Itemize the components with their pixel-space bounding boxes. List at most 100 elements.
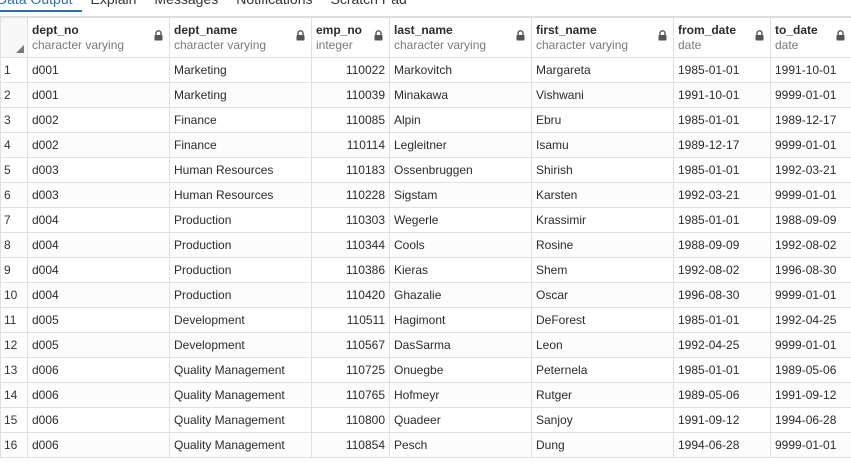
row-number[interactable]: 16 <box>0 432 28 458</box>
row-number[interactable]: 8 <box>0 232 28 258</box>
column-header[interactable]: to_date date <box>770 17 851 58</box>
cell-dept-name[interactable]: Quality Management <box>169 432 312 458</box>
cell-first-name[interactable]: Leon <box>531 332 674 358</box>
cell-first-name[interactable]: Sanjoy <box>531 407 674 433</box>
cell-emp-no[interactable]: 110854 <box>311 432 390 458</box>
cell-emp-no[interactable]: 110386 <box>311 257 390 283</box>
cell-dept-no[interactable]: d001 <box>27 57 170 83</box>
cell-from-date[interactable]: 1989-12-17 <box>673 132 771 158</box>
cell-emp-no[interactable]: 110420 <box>311 282 390 308</box>
cell-dept-no[interactable]: d002 <box>27 132 170 158</box>
cell-first-name[interactable]: Ebru <box>531 107 674 133</box>
tab-scratch-pad[interactable]: Scratch Pad <box>322 0 416 10</box>
cell-first-name[interactable]: Krassimir <box>531 207 674 233</box>
cell-to-date[interactable]: 1992-08-02 <box>770 232 851 258</box>
table-row[interactable]: 10 d004 Production 110420 Ghazalie Oscar 1996-… <box>0 282 851 308</box>
row-number[interactable]: 14 <box>0 382 28 408</box>
cell-emp-no[interactable]: 110228 <box>311 182 390 208</box>
cell-last-name[interactable]: Quadeer <box>389 407 532 433</box>
cell-dept-no[interactable]: d004 <box>27 232 170 258</box>
column-header[interactable]: first_name character varying <box>531 17 674 58</box>
cell-dept-name[interactable]: Quality Management <box>169 407 312 433</box>
table-row[interactable]: 8 d004 Production 110344 Cools Rosine 1988-09-… <box>0 232 851 258</box>
table-row[interactable]: 12 d005 Development 110567 DasSarma Leon 1992-… <box>0 332 851 358</box>
cell-from-date[interactable]: 1992-08-02 <box>673 257 771 283</box>
cell-dept-name[interactable]: Marketing <box>169 57 312 83</box>
column-header[interactable]: from_date date <box>673 17 771 58</box>
cell-emp-no[interactable]: 110800 <box>311 407 390 433</box>
cell-dept-name[interactable]: Production <box>169 207 312 233</box>
cell-last-name[interactable]: Minakawa <box>389 82 532 108</box>
cell-to-date[interactable]: 9999-01-01 <box>770 282 851 308</box>
cell-dept-name[interactable]: Finance <box>169 107 312 133</box>
cell-emp-no[interactable]: 110039 <box>311 82 390 108</box>
cell-dept-name[interactable]: Marketing <box>169 82 312 108</box>
cell-dept-no[interactable]: d002 <box>27 107 170 133</box>
tab-notifications[interactable]: Notifications <box>227 0 321 10</box>
tab-explain[interactable]: Explain <box>82 0 146 10</box>
cell-emp-no[interactable]: 110567 <box>311 332 390 358</box>
cell-from-date[interactable]: 1985-01-01 <box>673 57 771 83</box>
cell-emp-no[interactable]: 110344 <box>311 232 390 258</box>
column-header[interactable]: emp_no integer <box>311 17 390 58</box>
cell-from-date[interactable]: 1985-01-01 <box>673 107 771 133</box>
cell-last-name[interactable]: Wegerle <box>389 207 532 233</box>
column-header[interactable]: dept_no character varying <box>27 17 170 58</box>
cell-from-date[interactable]: 1996-08-30 <box>673 282 771 308</box>
cell-first-name[interactable]: Oscar <box>531 282 674 308</box>
cell-first-name[interactable]: Rutger <box>531 382 674 408</box>
cell-first-name[interactable]: Dung <box>531 432 674 458</box>
cell-dept-no[interactable]: d005 <box>27 307 170 333</box>
cell-dept-no[interactable]: d003 <box>27 182 170 208</box>
row-number[interactable]: 1 <box>0 57 28 83</box>
cell-dept-no[interactable]: d006 <box>27 382 170 408</box>
row-number[interactable]: 2 <box>0 82 28 108</box>
cell-dept-no[interactable]: d006 <box>27 432 170 458</box>
cell-first-name[interactable]: Isamu <box>531 132 674 158</box>
cell-dept-name[interactable]: Quality Management <box>169 382 312 408</box>
cell-dept-name[interactable]: Production <box>169 257 312 283</box>
table-row[interactable]: 16 d006 Quality Management 110854 Pesch Dung 1… <box>0 432 851 458</box>
row-number[interactable]: 9 <box>0 257 28 283</box>
cell-emp-no[interactable]: 110765 <box>311 382 390 408</box>
cell-last-name[interactable]: Sigstam <box>389 182 532 208</box>
table-row[interactable]: 7 d004 Production 110303 Wegerle Krassimir 198… <box>0 207 851 233</box>
table-row[interactable]: 9 d004 Production 110386 Kieras Shem 1992-08-0… <box>0 257 851 283</box>
row-number[interactable]: 3 <box>0 107 28 133</box>
cell-to-date[interactable]: 1992-03-21 <box>770 157 851 183</box>
cell-dept-no[interactable]: d004 <box>27 207 170 233</box>
cell-from-date[interactable]: 1991-10-01 <box>673 82 771 108</box>
cell-first-name[interactable]: Peternela <box>531 357 674 383</box>
cell-to-date[interactable]: 1992-04-25 <box>770 307 851 333</box>
cell-from-date[interactable]: 1989-05-06 <box>673 382 771 408</box>
cell-dept-no[interactable]: d005 <box>27 332 170 358</box>
cell-dept-no[interactable]: d006 <box>27 357 170 383</box>
cell-emp-no[interactable]: 110085 <box>311 107 390 133</box>
cell-dept-no[interactable]: d003 <box>27 157 170 183</box>
row-number[interactable]: 12 <box>0 332 28 358</box>
cell-first-name[interactable]: Rosine <box>531 232 674 258</box>
cell-dept-name[interactable]: Development <box>169 332 312 358</box>
tab-data-output[interactable]: Data Output <box>0 0 82 12</box>
column-header[interactable]: last_name character varying <box>389 17 532 58</box>
cell-dept-name[interactable]: Production <box>169 232 312 258</box>
cell-last-name[interactable]: Hofmeyr <box>389 382 532 408</box>
cell-dept-name[interactable]: Quality Management <box>169 357 312 383</box>
cell-from-date[interactable]: 1992-03-21 <box>673 182 771 208</box>
cell-emp-no[interactable]: 110022 <box>311 57 390 83</box>
row-number[interactable]: 13 <box>0 357 28 383</box>
cell-last-name[interactable]: Pesch <box>389 432 532 458</box>
row-number[interactable]: 5 <box>0 157 28 183</box>
table-row[interactable]: 6 d003 Human Resources 110228 Sigstam Karsten… <box>0 182 851 208</box>
column-header[interactable]: dept_name character varying <box>169 17 312 58</box>
cell-dept-no[interactable]: d004 <box>27 282 170 308</box>
cell-to-date[interactable]: 1994-06-28 <box>770 407 851 433</box>
cell-to-date[interactable]: 1989-05-06 <box>770 357 851 383</box>
cell-dept-name[interactable]: Human Resources <box>169 182 312 208</box>
cell-to-date[interactable]: 9999-01-01 <box>770 332 851 358</box>
table-row[interactable]: 14 d006 Quality Management 110765 Hofmeyr Rut… <box>0 382 851 408</box>
cell-dept-no[interactable]: d006 <box>27 407 170 433</box>
cell-from-date[interactable]: 1991-09-12 <box>673 407 771 433</box>
row-number[interactable]: 7 <box>0 207 28 233</box>
table-row[interactable]: 2 d001 Marketing 110039 Minakawa Vishwani 1991… <box>0 82 851 108</box>
